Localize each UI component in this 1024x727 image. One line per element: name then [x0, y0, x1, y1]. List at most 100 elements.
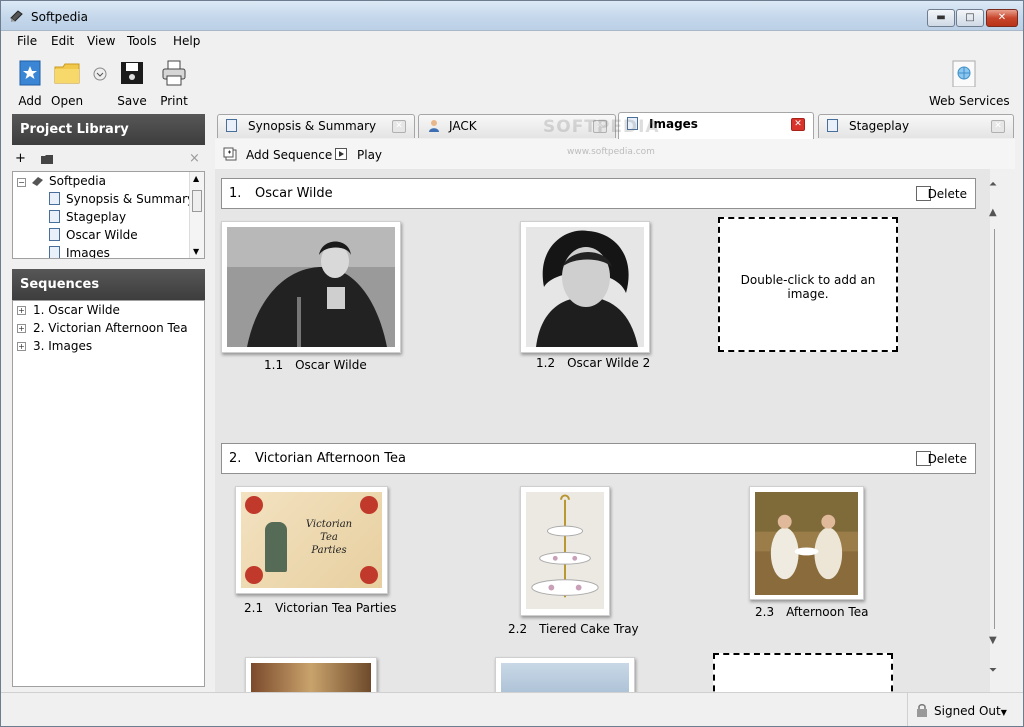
tree-item-synopsis[interactable]: Synopsis & Summary: [49, 192, 194, 206]
tree-item-stageplay[interactable]: Stageplay: [49, 210, 126, 224]
image-caption: 2.2 Tiered Cake Tray: [508, 622, 639, 636]
image-card[interactable]: [520, 221, 650, 353]
scroll-top-icon[interactable]: ⏶: [989, 179, 997, 190]
web-services-button[interactable]: Web Services: [929, 59, 1010, 108]
minimize-button[interactable]: ▬: [927, 9, 955, 27]
image-card[interactable]: [245, 657, 377, 692]
add-item-icon[interactable]: +: [15, 151, 26, 166]
add-sequence-button[interactable]: Add Sequence: [246, 148, 332, 162]
add-label: Add: [18, 94, 42, 108]
chevron-down-icon: ▼: [1000, 708, 1007, 717]
tab-stageplay[interactable]: Stageplay ✕: [818, 114, 1014, 138]
menu-view[interactable]: View: [87, 34, 115, 48]
sequence-number: 1.: [229, 186, 242, 201]
image-caption: 1.1 Oscar Wilde: [264, 358, 367, 372]
open-dropdown-button[interactable]: [92, 67, 108, 84]
menu-tools[interactable]: Tools: [127, 34, 157, 48]
image-card[interactable]: [495, 657, 635, 692]
document-icon: [49, 192, 60, 205]
tree-item-label: Synopsis & Summary: [66, 192, 195, 206]
image-card[interactable]: Victorian Tea Parties: [235, 486, 388, 594]
collapse-toggle[interactable]: −: [17, 178, 26, 187]
tree-item-oscar-wilde[interactable]: Oscar Wilde: [49, 228, 138, 242]
tree-item-label: Images: [66, 246, 110, 258]
add-star-icon: [19, 60, 41, 86]
main-pane: Synopsis & Summary ✕ JACK ✕ Images ✕ Sta…: [215, 112, 1015, 692]
play-icon: [335, 148, 347, 163]
tab-close-icon[interactable]: ✕: [392, 120, 406, 133]
tree-item-root[interactable]: Softpedia: [31, 174, 106, 188]
expand-toggle[interactable]: +: [17, 342, 26, 351]
project-library-tree: − Softpedia Synopsis & Summary Stageplay…: [12, 171, 205, 259]
tree-item-label: Oscar Wilde: [66, 228, 138, 242]
signed-out-menu[interactable]: Signed Out▼: [907, 693, 1021, 726]
sequences-tree: + 1. Oscar Wilde + 2. Victorian Afternoo…: [12, 300, 205, 687]
add-image-placeholder-2[interactable]: [713, 653, 893, 692]
lady-figure: [265, 522, 287, 572]
toolbar: Add Open Save Print Web Services: [1, 53, 1023, 111]
image-title: Afternoon Tea: [786, 605, 869, 619]
folder-icon: [54, 63, 80, 84]
printer-icon: [162, 60, 186, 86]
image-caption: 1.2 Oscar Wilde 2: [536, 356, 650, 370]
sequence-header-1: 1. Oscar Wilde Delete: [221, 178, 976, 209]
add-image-placeholder[interactable]: Double-click to add an image.: [718, 217, 898, 352]
sequence-item[interactable]: 2. Victorian Afternoon Tea: [33, 321, 188, 335]
scroll-bottom-icon[interactable]: ⏷: [989, 665, 997, 676]
rose-decoration: [360, 496, 378, 514]
save-button[interactable]: Save: [117, 59, 147, 108]
stageplay-icon: [827, 119, 844, 133]
expand-toggle[interactable]: +: [17, 324, 26, 333]
scroll-down-icon[interactable]: ▼: [989, 635, 997, 646]
image-title: Oscar Wilde 2: [567, 356, 651, 370]
open-button[interactable]: Open: [51, 59, 83, 108]
stageplay-icon: [49, 210, 60, 223]
status-bar: Signed Out▼: [1, 692, 1023, 726]
close-window-button[interactable]: ✕: [986, 9, 1018, 27]
image-title: Oscar Wilde: [295, 358, 367, 372]
room-photo: [251, 663, 371, 692]
scroll-thumb[interactable]: [192, 190, 202, 212]
menu-help[interactable]: Help: [173, 34, 200, 48]
web-services-label: Web Services: [929, 94, 1010, 108]
globe-icon: [952, 60, 976, 88]
tab-close-icon[interactable]: ✕: [791, 118, 805, 131]
play-button[interactable]: Play: [357, 148, 382, 162]
add-button[interactable]: Add: [15, 59, 45, 108]
image-card[interactable]: [749, 486, 864, 600]
sequence-item[interactable]: 3. Images: [33, 339, 92, 353]
lock-icon: [917, 704, 927, 717]
tree-item-root-label: Softpedia: [49, 174, 106, 188]
sequences-header: Sequences: [12, 269, 205, 300]
rose-decoration: [360, 566, 378, 584]
image-number: 2.3: [755, 605, 775, 619]
project-library-tools: + ×: [12, 145, 205, 171]
image-number: 2.1: [244, 601, 264, 615]
chevron-down-icon: [93, 67, 107, 81]
sequence-item[interactable]: 1. Oscar Wilde: [33, 303, 120, 317]
tab-close-icon[interactable]: ✕: [991, 120, 1005, 133]
scroll-down-arrow[interactable]: ▼: [193, 247, 199, 256]
rose-decoration: [245, 566, 263, 584]
scroll-up-arrow[interactable]: ▲: [193, 174, 199, 183]
project-library-header: Project Library: [12, 114, 205, 145]
delete-sequence-button[interactable]: Delete: [928, 187, 967, 201]
tab-synopsis[interactable]: Synopsis & Summary ✕: [217, 114, 415, 138]
expand-toggle[interactable]: +: [17, 306, 26, 315]
image-card[interactable]: [520, 486, 610, 616]
delete-sequence-button[interactable]: Delete: [928, 452, 967, 466]
remove-item-icon[interactable]: ×: [189, 151, 200, 166]
new-folder-icon[interactable]: [41, 153, 53, 168]
maximize-button[interactable]: □: [956, 9, 984, 27]
signed-status-label: Signed Out: [934, 704, 1001, 718]
tree-item-images[interactable]: Images: [49, 246, 110, 258]
library-scrollbar[interactable]: ▲ ▼: [189, 172, 204, 258]
menu-file[interactable]: File: [17, 34, 37, 48]
print-button[interactable]: Print: [157, 59, 191, 108]
canvas-scrollbar[interactable]: ⏶ ▲ ▼ ⏷: [983, 169, 1009, 692]
image-card[interactable]: [221, 221, 401, 353]
victorian-tea-parties-photo: Victorian Tea Parties: [241, 492, 382, 588]
scroll-up-icon[interactable]: ▲: [989, 207, 997, 218]
menu-edit[interactable]: Edit: [51, 34, 74, 48]
afternoon-tea-painting: [755, 492, 858, 595]
